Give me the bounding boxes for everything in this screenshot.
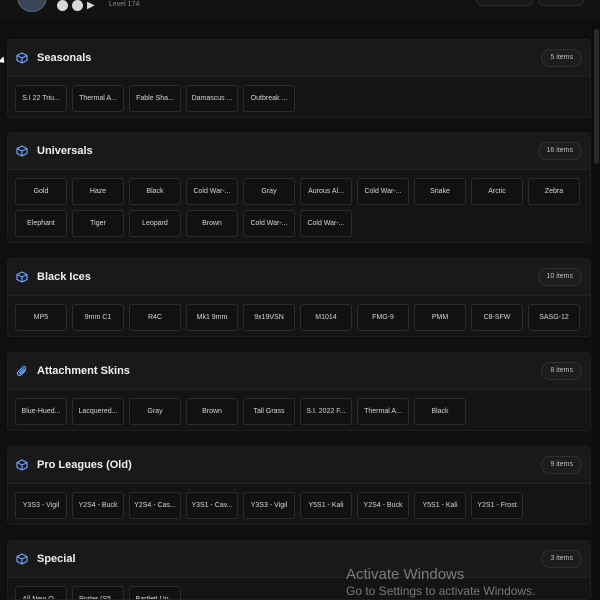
cube-icon (16, 52, 28, 64)
item-chip[interactable]: Outbreak ... (243, 85, 295, 112)
profile-header: ▶ Level 174 (0, 0, 600, 20)
item-chip[interactable]: Y2S4 - Buck (357, 492, 409, 519)
item-chip[interactable]: Y3S1 - Cav... (186, 492, 238, 519)
item-chip[interactable]: Y2S1 - Frost (471, 492, 523, 519)
paperclip-icon (16, 365, 28, 377)
ubisoft-icon (57, 0, 68, 11)
item-chip[interactable]: Cold War-... (300, 210, 352, 237)
item-chip[interactable]: Tiger (72, 210, 124, 237)
section-header[interactable]: Black Ices 10 items (8, 259, 590, 296)
section-title: Seasonals (37, 52, 92, 64)
item-chip[interactable]: Arctic (471, 178, 523, 205)
playstation-icon: ▶ (87, 0, 95, 11)
item-chip[interactable]: All New O... (15, 586, 67, 599)
activate-windows-watermark: Activate Windows Go to Settings to activ… (346, 566, 535, 598)
item-chip[interactable]: Tall Grass (243, 398, 295, 425)
section-header[interactable]: Seasonals 5 items (8, 40, 590, 77)
section-universals: Universals 16 items Gold Haze Black Cold… (7, 132, 591, 243)
item-chip[interactable]: 9x19VSN (243, 304, 295, 331)
item-chip[interactable]: Y2S4 - Buck (72, 492, 124, 519)
item-chip[interactable]: Gray (129, 398, 181, 425)
cube-icon (16, 553, 28, 565)
item-chip[interactable]: Zebra (528, 178, 580, 205)
item-chip[interactable]: Lacquered... (72, 398, 124, 425)
item-chip[interactable]: Blue-Hued... (15, 398, 67, 425)
level-label: Level 174 (109, 1, 140, 8)
item-count-badge: 10 items (537, 268, 582, 286)
avatar[interactable] (17, 0, 47, 12)
header-button-2[interactable] (538, 0, 584, 6)
header-button-1[interactable] (476, 0, 533, 6)
section-title: Attachment Skins (37, 365, 130, 377)
section-title: Black Ices (37, 271, 91, 283)
item-chip[interactable]: Snake (414, 178, 466, 205)
cube-icon (16, 271, 28, 283)
item-chip[interactable]: Cold War-... (243, 210, 295, 237)
item-chip[interactable]: Cold War-... (186, 178, 238, 205)
item-chip[interactable]: 9mm C1 (72, 304, 124, 331)
item-chip[interactable]: Y3S3 - Vigil (15, 492, 67, 519)
item-count-badge: 5 items (541, 49, 582, 67)
section-title: Special (37, 553, 76, 565)
item-chip[interactable]: Thermal A... (357, 398, 409, 425)
item-chip[interactable]: Fable Sha... (129, 85, 181, 112)
item-chip[interactable]: Damascus ... (186, 85, 238, 112)
item-chip[interactable]: Gold (15, 178, 67, 205)
item-chip[interactable]: Y5S1 - Kali (414, 492, 466, 519)
item-chip[interactable]: MP5 (15, 304, 67, 331)
item-count-badge: 3 items (541, 550, 582, 568)
item-chip[interactable]: Bartlett Un... (129, 586, 181, 599)
item-grid: MP5 9mm C1 R4C Mk1 9mm 9x19VSN M1014 FMG… (8, 296, 590, 339)
section-header[interactable]: Attachment Skins 8 items (8, 353, 590, 390)
cube-icon (16, 459, 28, 471)
item-chip[interactable]: Leopard (129, 210, 181, 237)
xbox-icon (72, 0, 83, 11)
item-chip[interactable]: Thermal A... (72, 85, 124, 112)
section-header[interactable]: Universals 16 items (8, 133, 590, 170)
item-grid: Gold Haze Black Cold War-... Gray Aurous… (8, 170, 590, 245)
watermark-subtitle: Go to Settings to activate Windows. (346, 584, 536, 598)
item-chip[interactable]: Black (129, 178, 181, 205)
section-black-ices: Black Ices 10 items MP5 9mm C1 R4C Mk1 9… (7, 258, 591, 337)
item-chip[interactable]: S.I. 2022 F... (300, 398, 352, 425)
item-count-badge: 9 items (541, 456, 582, 474)
item-count-badge: 8 items (541, 362, 582, 380)
section-title: Pro Leagues (Old) (37, 459, 132, 471)
item-grid: S.I 22 Triu... Thermal A... Fable Sha...… (8, 77, 590, 120)
item-chip[interactable]: R4C (129, 304, 181, 331)
item-chip[interactable]: Haze (72, 178, 124, 205)
item-chip[interactable]: Brown (186, 398, 238, 425)
item-chip[interactable]: S.I 22 Triu... (15, 85, 67, 112)
item-chip[interactable]: Brown (186, 210, 238, 237)
scrollbar-thumb[interactable] (594, 29, 599, 164)
section-seasonals: Seasonals 5 items S.I 22 Triu... Thermal… (7, 39, 591, 118)
item-chip[interactable]: Gray (243, 178, 295, 205)
item-chip[interactable]: Cold War-... (357, 178, 409, 205)
item-chip[interactable]: Y3S3 - Vigil (243, 492, 295, 519)
cube-icon (16, 145, 28, 157)
item-chip[interactable]: FMG-9 (357, 304, 409, 331)
item-grid: Y3S3 - Vigil Y2S4 - Buck Y2S4 - Cas... Y… (8, 484, 590, 527)
item-grid: Blue-Hued... Lacquered... Gray Brown Tal… (8, 390, 590, 433)
section-attachment-skins: Attachment Skins 8 items Blue-Hued... La… (7, 352, 591, 431)
item-chip[interactable]: Y5S1 - Kali (300, 492, 352, 519)
item-chip[interactable]: Black (414, 398, 466, 425)
item-chip[interactable]: Mk1 9mm (186, 304, 238, 331)
watermark-title: Activate Windows (346, 566, 465, 583)
item-chip[interactable]: M1014 (300, 304, 352, 331)
item-chip[interactable]: Y2S4 - Cas... (129, 492, 181, 519)
section-header[interactable]: Pro Leagues (Old) 9 items (8, 447, 590, 484)
item-chip[interactable]: PMM (414, 304, 466, 331)
item-chip[interactable]: Elephant (15, 210, 67, 237)
item-chip[interactable]: Aurous Al... (300, 178, 352, 205)
item-chip[interactable]: C8-SFW (471, 304, 523, 331)
section-pro-leagues: Pro Leagues (Old) 9 items Y3S3 - Vigil Y… (7, 446, 591, 525)
item-chip[interactable]: Porter (S5... (72, 586, 124, 599)
platform-icons: ▶ (57, 0, 95, 11)
item-chip[interactable]: SASG-12 (528, 304, 580, 331)
section-title: Universals (37, 145, 93, 157)
item-count-badge: 16 items (537, 142, 582, 160)
